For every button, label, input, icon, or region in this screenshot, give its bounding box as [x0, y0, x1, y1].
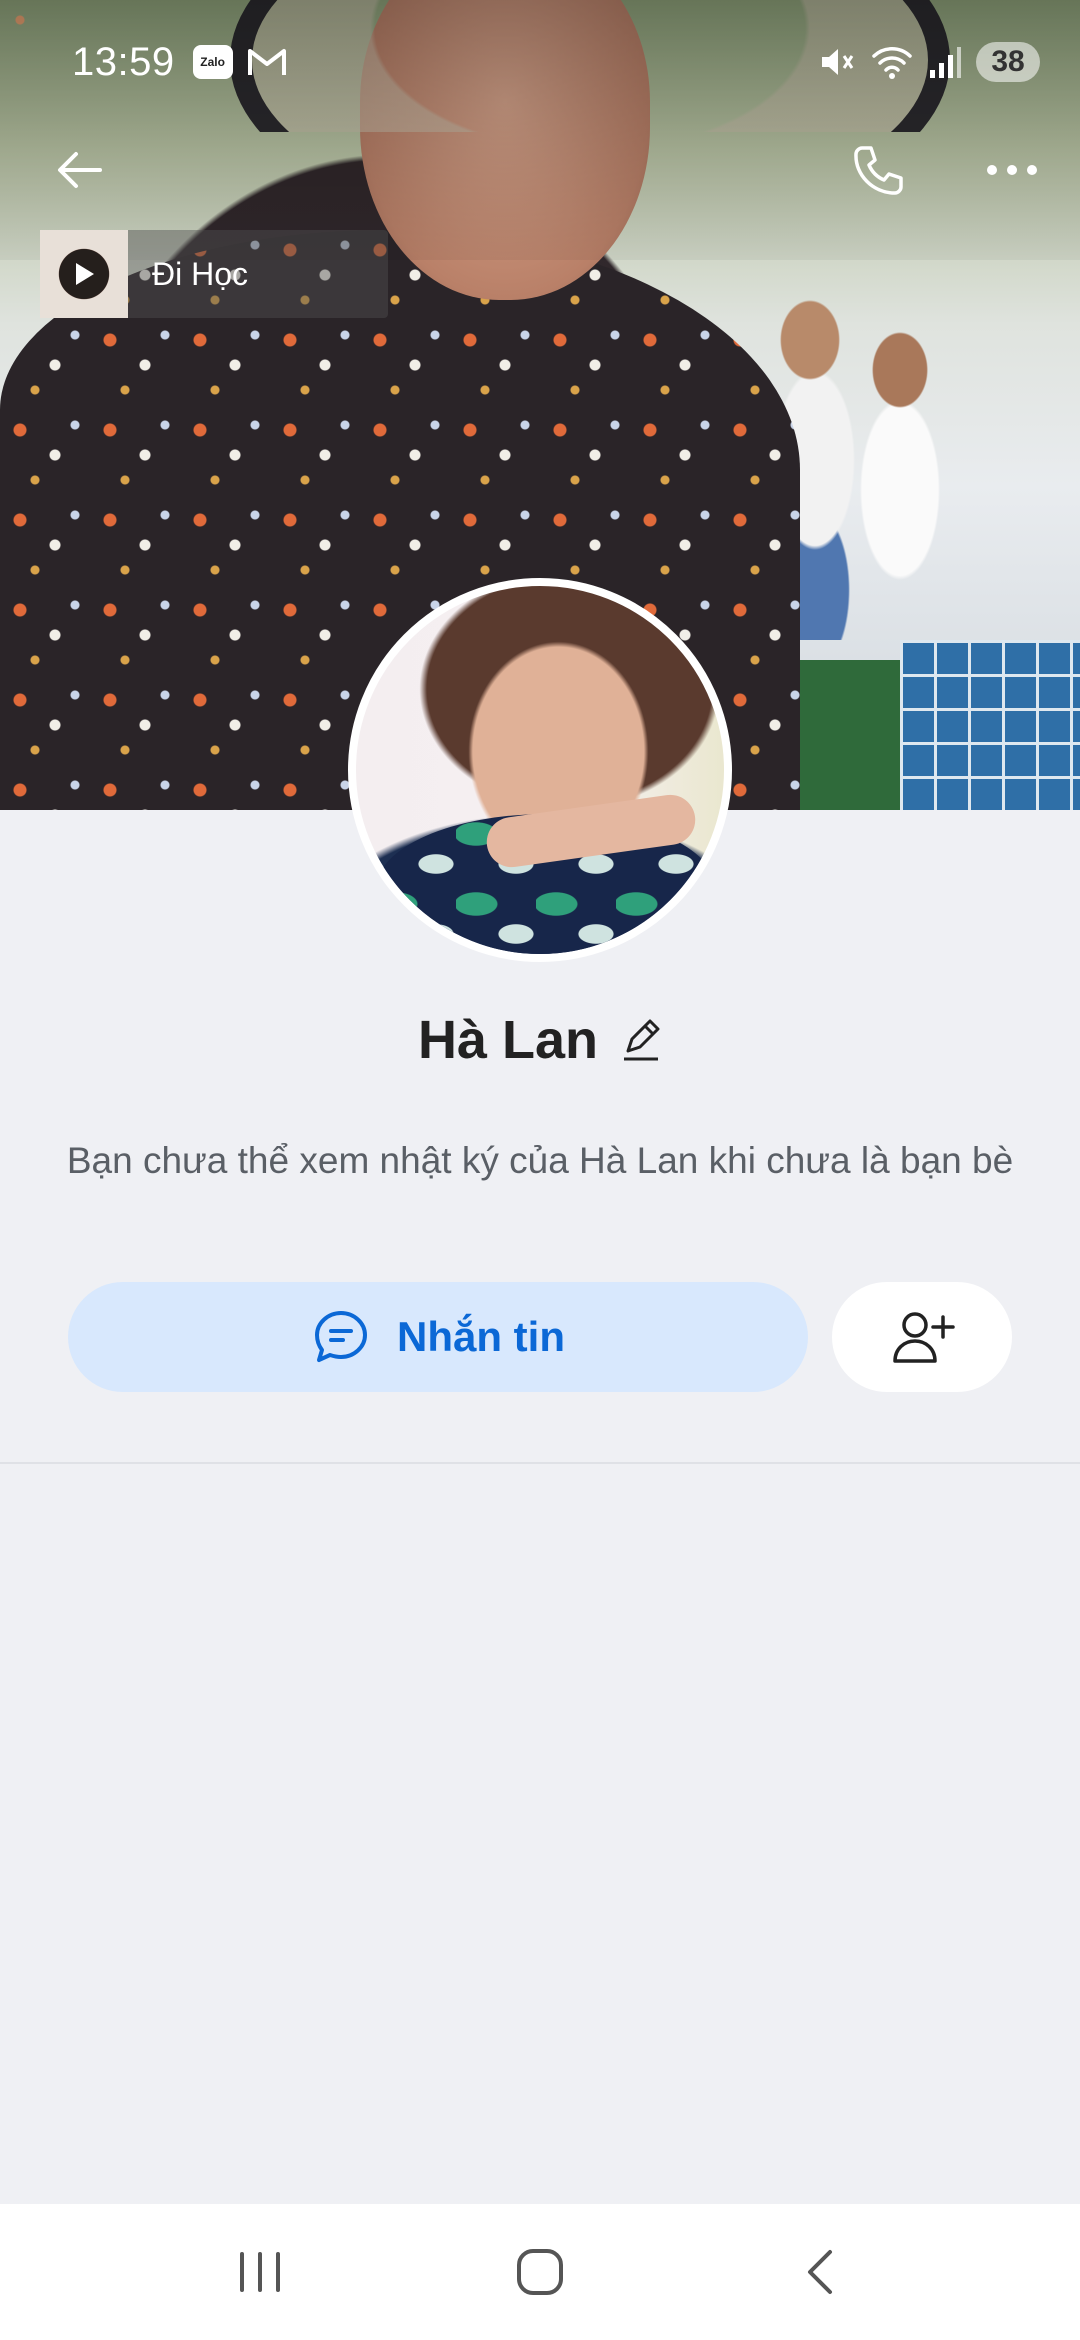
- pencil-icon: [624, 1019, 660, 1061]
- phone-icon: [854, 146, 903, 195]
- profile-music-chip[interactable]: Đi Học: [40, 230, 388, 318]
- music-thumbnail: [40, 230, 128, 318]
- status-bar: 13:59 Zalo 38: [0, 30, 1080, 94]
- chevron-left-icon: [808, 2250, 832, 2294]
- profile-avatar[interactable]: [348, 578, 732, 962]
- play-icon: [76, 263, 94, 285]
- play-button[interactable]: [59, 249, 109, 299]
- more-button[interactable]: [972, 130, 1052, 210]
- add-friend-button[interactable]: [832, 1282, 1012, 1392]
- recent-apps-icon: [240, 2252, 280, 2292]
- system-back-button[interactable]: [760, 2222, 880, 2322]
- home-button[interactable]: [480, 2222, 600, 2322]
- more-horizontal-icon: [987, 165, 1037, 175]
- back-button[interactable]: [40, 130, 120, 210]
- profile-name-row: Hà Lan: [0, 1000, 1080, 1080]
- section-divider: [0, 1462, 1080, 1464]
- home-icon: [517, 2249, 563, 2295]
- battery-indicator: 38: [976, 42, 1040, 82]
- system-nav-bar: [0, 2204, 1080, 2340]
- status-time: 13:59: [72, 39, 175, 84]
- recent-apps-button[interactable]: [200, 2222, 320, 2322]
- privacy-note: Bạn chưa thể xem nhật ký của Hà Lan khi …: [66, 1140, 1014, 1181]
- message-button-label: Nhắn tin: [397, 1313, 565, 1360]
- signal-icon: [928, 44, 962, 80]
- zalo-notification-icon: Zalo: [192, 45, 233, 79]
- top-bar: [0, 130, 1080, 210]
- status-right-group: 38: [816, 42, 1040, 82]
- music-title: Đi Học: [152, 255, 249, 292]
- arrow-left-icon: [58, 152, 102, 188]
- cover-background-people: [760, 300, 1060, 640]
- cover-background-pool: [900, 640, 1080, 810]
- profile-name: Hà Lan: [417, 1010, 599, 1070]
- chat-bubble-icon: [315, 1311, 367, 1362]
- message-button[interactable]: Nhắn tin: [68, 1282, 808, 1392]
- gmail-notification-icon: [247, 45, 287, 79]
- mute-icon: [816, 42, 856, 82]
- wifi-icon: [870, 42, 914, 82]
- edit-name-button[interactable]: [620, 1017, 662, 1063]
- add-user-icon: [893, 1312, 955, 1363]
- call-button[interactable]: [838, 130, 918, 210]
